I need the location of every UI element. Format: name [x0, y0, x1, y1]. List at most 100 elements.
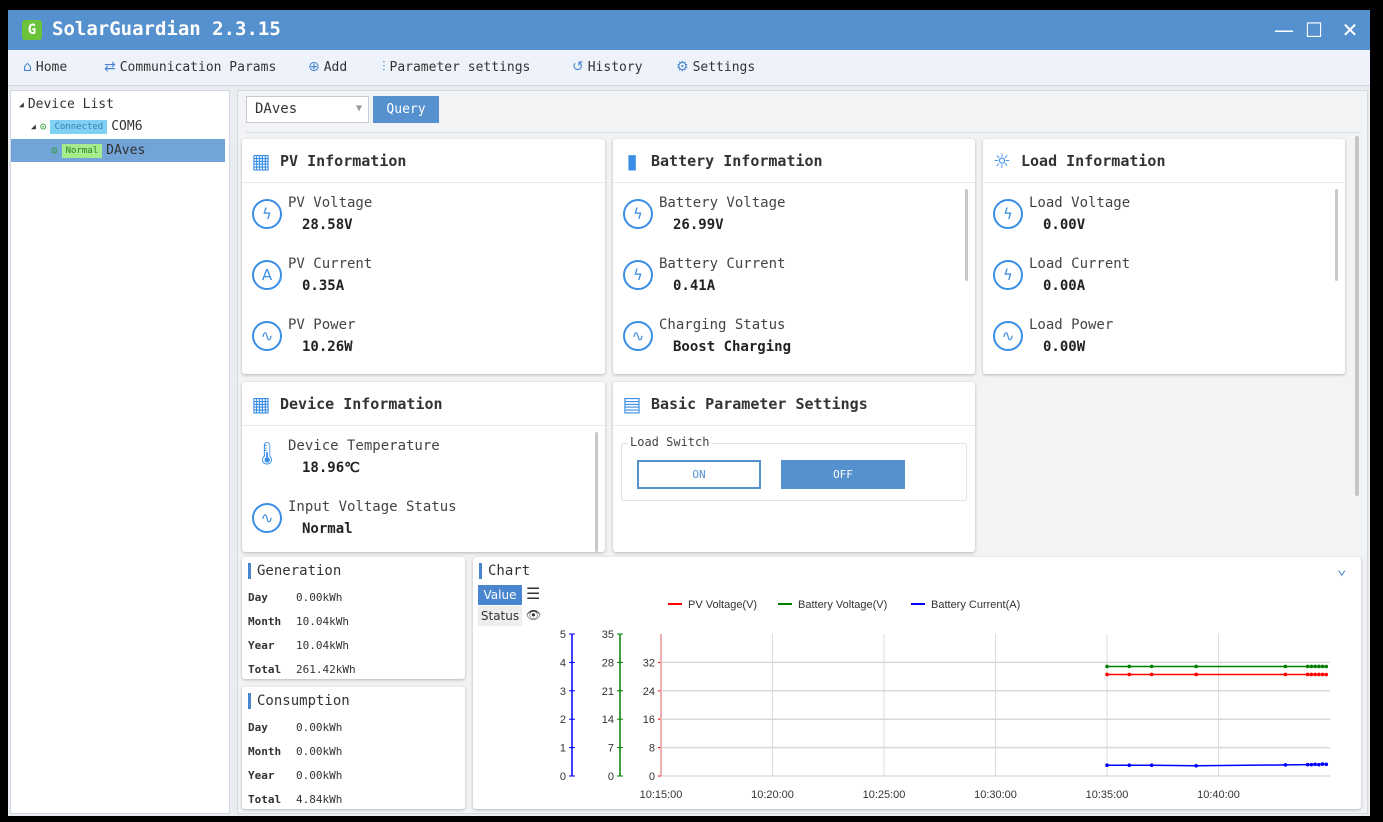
y-tick-label-pv: 16: [643, 714, 655, 726]
app-window: G SolarGuardian 2.3.15 — ☐ ✕ ⌂ Home ⇄ Comm…: [8, 10, 1370, 816]
device-card: ▦ Device Information 🌡 Device Temperature 1…: [242, 382, 605, 552]
item-label: Load Power: [1029, 317, 1114, 333]
item-value: 0.00A: [1043, 278, 1086, 294]
card-scrollbar[interactable]: [965, 189, 968, 281]
y-tick-label-bv: 35: [602, 629, 614, 641]
window-title: SolarGuardian 2.3.15: [52, 18, 281, 40]
menu-settings[interactable]: ⚙ Settings: [676, 59, 755, 75]
stat-label: Year: [248, 638, 275, 652]
y-tick-label-bc: 5: [560, 629, 566, 641]
y-tick-label-bc: 3: [560, 686, 566, 698]
item-value: Normal: [302, 521, 353, 537]
menu-parameter-settings[interactable]: ⫶ Parameter settings: [382, 59, 530, 75]
menu-bar: ⌂ Home ⇄ Communication Params ⊕ Add ⫶ Parame…: [8, 50, 1370, 86]
legend-label: PV Voltage(V): [688, 599, 757, 611]
y-tick-label-bc: 0: [560, 771, 566, 783]
voltage-bolt-icon: ϟ: [993, 199, 1023, 229]
y-tick-label-bv: 7: [608, 743, 614, 755]
load-switch-group: Load Switch ON OFF: [621, 435, 967, 501]
stat-label: Year: [248, 768, 275, 782]
expand-icon: ◢: [31, 122, 36, 131]
menu-home[interactable]: ⌂ Home: [23, 59, 67, 75]
item-value: 0.00V: [1043, 217, 1086, 233]
y-tick-label-pv: 8: [649, 743, 655, 755]
generation-panel: Generation Day 0.00kWh Month 10.04kWh Year 10…: [242, 557, 465, 679]
divider: [246, 132, 1361, 133]
stat-row: Day 0.00kWh: [242, 585, 465, 609]
load-current-item: ϟ Load Current 0.00A: [993, 256, 1130, 294]
charging-status-item: ∿ Charging Status Boost Charging: [623, 317, 791, 355]
menu-label: Communication Params: [119, 59, 277, 75]
tree-port[interactable]: ◢ ⊙ Connected COM6: [31, 119, 143, 134]
data-point: [1283, 763, 1288, 767]
battery-icon: ▮: [626, 148, 638, 173]
maximize-button[interactable]: ☐: [1300, 16, 1328, 44]
item-label: Device Temperature: [288, 438, 440, 454]
card-scrollbar[interactable]: [595, 432, 598, 552]
close-button[interactable]: ✕: [1336, 16, 1364, 44]
data-point: [1313, 664, 1317, 669]
item-value: 10.26W: [302, 339, 353, 355]
stat-value: 0.00kWh: [296, 720, 343, 734]
main-panel: DAves ▼ Query ▦ PV Information ϟ PV Voltage…: [237, 90, 1368, 814]
grid-icon: ▦: [251, 391, 271, 416]
battery-voltage-item: ϟ Battery Voltage 26.99V: [623, 195, 785, 233]
minimize-button[interactable]: —: [1270, 16, 1298, 44]
pulse-icon: ∿: [252, 321, 282, 351]
item-value: Boost Charging: [673, 339, 792, 355]
data-point: [1127, 763, 1132, 768]
device-select[interactable]: DAves ▼: [246, 96, 369, 123]
data-point: [1105, 672, 1109, 677]
data-point: [1305, 762, 1310, 767]
data-point: [1309, 664, 1314, 669]
history-icon: ↺: [572, 59, 584, 75]
query-button[interactable]: Query: [373, 96, 439, 123]
data-point: [1320, 664, 1325, 669]
data-point: [1305, 664, 1310, 669]
item-label: Battery Current: [659, 256, 786, 272]
card-scrollbar[interactable]: [1335, 189, 1338, 281]
menu-label: Parameter settings: [389, 59, 531, 75]
main-scrollbar[interactable]: [1355, 136, 1359, 496]
x-tick-label: 10:40:00: [1197, 789, 1240, 801]
legend-label: Battery Current(A): [931, 599, 1020, 611]
item-value: 28.58V: [302, 217, 353, 233]
load-off-button[interactable]: OFF: [781, 460, 905, 489]
y-tick-label-pv: 24: [643, 686, 655, 698]
consumption-panel: Consumption Day 0.00kWh Month 0.00kWh Year 0.…: [242, 687, 465, 809]
stat-value: 261.42kWh: [296, 662, 356, 676]
load-on-button[interactable]: ON: [637, 460, 761, 489]
tree-device-selected[interactable]: ⊙ Normal DAves: [11, 139, 225, 162]
x-tick-label: 10:25:00: [863, 789, 906, 801]
pv-card: ▦ PV Information ϟ PV Voltage 28.58V A PV Cu…: [242, 139, 605, 374]
x-tick-label: 10:15:00: [640, 789, 683, 801]
item-value: 26.99V: [673, 217, 724, 233]
chevron-down-icon: ▼: [355, 103, 362, 114]
data-point: [1194, 672, 1198, 677]
current-bolt-icon: ϟ: [993, 260, 1023, 290]
menu-label: History: [587, 59, 643, 75]
stat-label: Total: [248, 792, 282, 806]
tree-root[interactable]: ◢ Device List: [19, 97, 114, 112]
pv-power-item: ∿ PV Power 10.26W: [252, 317, 355, 355]
data-point: [1105, 763, 1109, 768]
play-circle-icon: ⊙: [51, 144, 58, 157]
menu-history[interactable]: ↺ History: [572, 59, 643, 75]
item-value: 0.00W: [1043, 339, 1086, 355]
data-point: [1324, 762, 1329, 767]
stat-row: Month 10.04kWh: [242, 609, 465, 633]
plus-circle-icon: ⊕: [308, 59, 320, 75]
device-tree-panel: ◢ Device List ◢ ⊙ Connected COM6 ⊙ Normal DAve…: [10, 90, 230, 814]
device-name: DAves: [106, 143, 146, 158]
thermometer-icon: 🌡: [253, 442, 281, 467]
stat-value: 0.00kWh: [296, 768, 343, 782]
battery-current-item: ϟ Battery Current 0.41A: [623, 256, 785, 294]
app-logo: G: [22, 20, 42, 40]
menu-add[interactable]: ⊕ Add: [308, 59, 347, 75]
y-tick-label-bv: 14: [602, 714, 614, 726]
battery-card: ▮ Battery Information ϟ Battery Voltage 26.…: [613, 139, 975, 374]
menu-communication-params[interactable]: ⇄ Communication Params: [104, 59, 276, 75]
lightbulb-icon: ☼: [993, 148, 1011, 173]
stat-label: Month: [248, 744, 282, 758]
stat-value: 4.84kWh: [296, 792, 343, 806]
